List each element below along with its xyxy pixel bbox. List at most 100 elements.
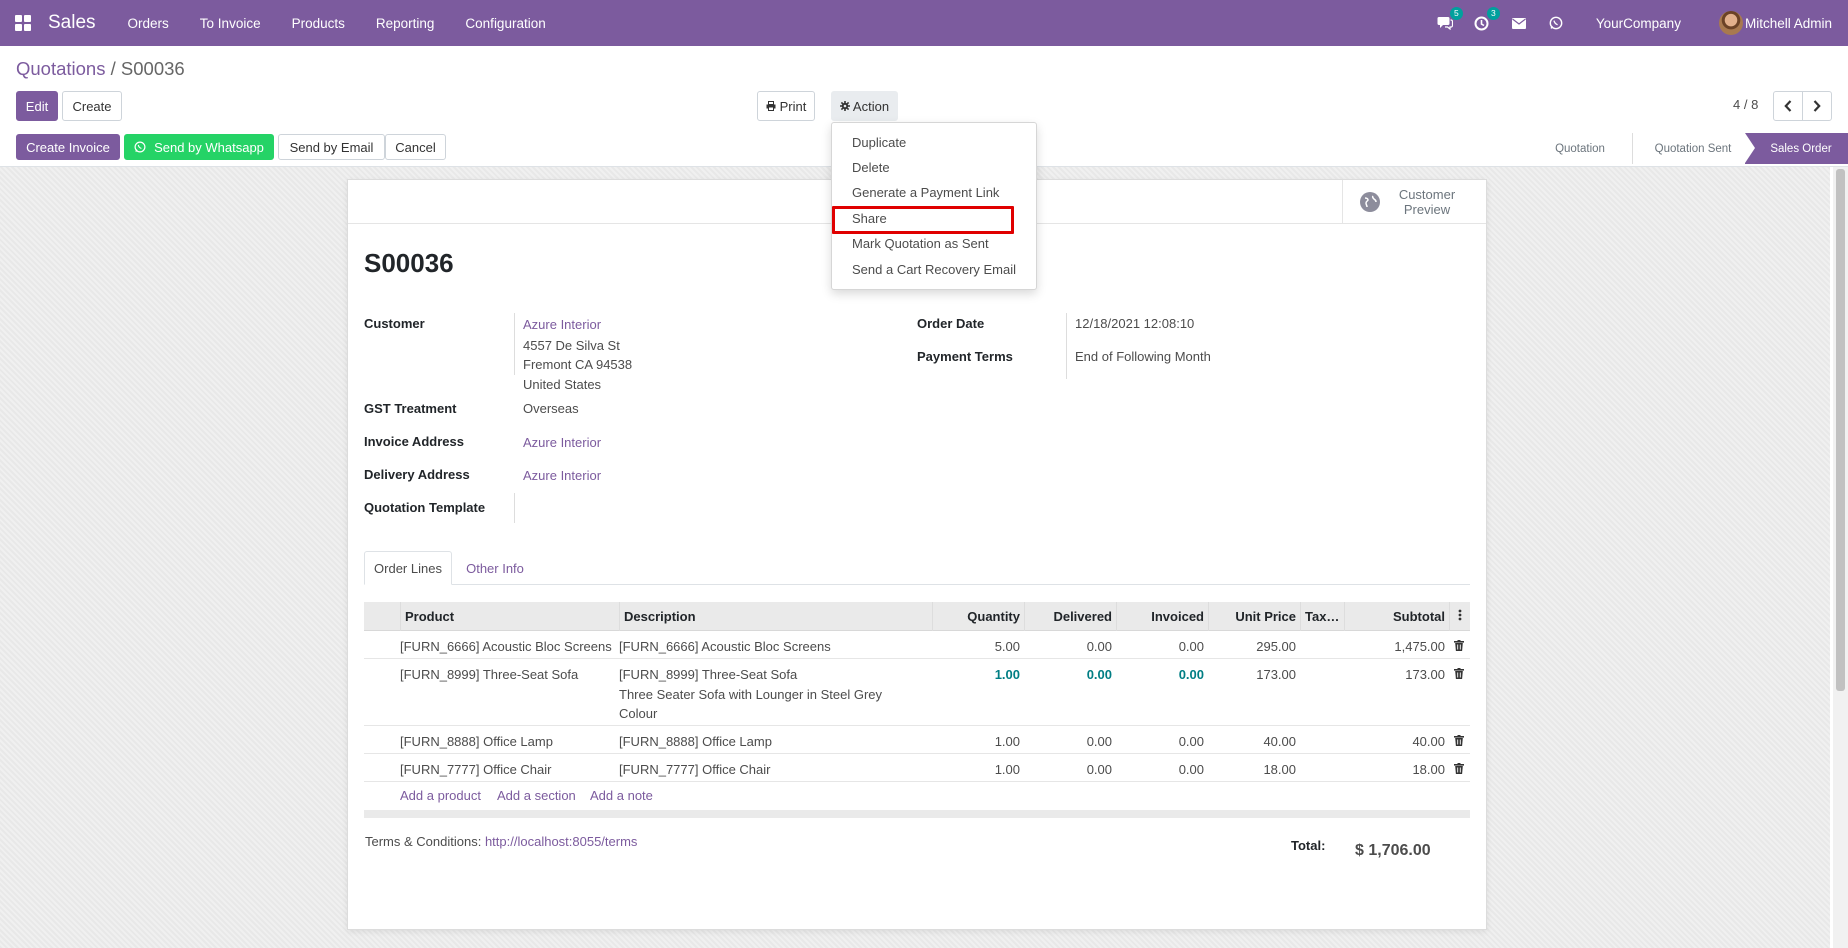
breadcrumb: Quotations / S00036 <box>16 58 185 80</box>
cancel-button[interactable]: Cancel <box>385 134 446 160</box>
line-product[interactable]: [FURN_8888] Office Lamp <box>400 732 553 752</box>
table-row[interactable]: [FURN_6666] Acoustic Bloc Screens [FURN_… <box>364 631 1470 659</box>
line-unit-price[interactable]: 295.00 <box>1208 637 1296 657</box>
top-navbar: Sales Orders To Invoice Products Reporti… <box>0 0 1848 46</box>
edit-button[interactable]: Edit <box>16 91 58 121</box>
breadcrumb-quotations[interactable]: Quotations <box>16 58 105 79</box>
company-switcher[interactable]: YourCompany <box>1596 16 1681 31</box>
line-description[interactable]: [FURN_8888] Office Lamp <box>619 732 772 752</box>
line-quantity[interactable]: 1.00 <box>932 760 1020 780</box>
gst-treatment-value[interactable]: Overseas <box>523 401 579 416</box>
activity-badge: 3 <box>1486 7 1500 20</box>
line-subtotal: 18.00 <box>1412 762 1445 777</box>
tab-other-info[interactable]: Other Info <box>452 551 538 585</box>
apps-menu-icon[interactable] <box>0 0 46 46</box>
table-row[interactable]: [FURN_7777] Office Chair [FURN_7777] Off… <box>364 754 1470 782</box>
whatsapp-icon <box>134 141 146 153</box>
menu-item-mark-as-sent[interactable]: Mark Quotation as Sent <box>852 236 989 251</box>
column-unit-price[interactable]: Unit Price <box>1208 602 1300 631</box>
stage-quotation-sent[interactable]: Quotation Sent <box>1632 133 1745 164</box>
line-unit-price[interactable]: 40.00 <box>1208 732 1296 752</box>
scrollbar-thumb[interactable] <box>1836 169 1845 691</box>
menu-item-share[interactable]: Share <box>852 211 887 226</box>
menu-configuration[interactable]: Configuration <box>465 16 545 31</box>
column-taxes[interactable]: Tax… <box>1300 602 1344 631</box>
column-quantity[interactable]: Quantity <box>932 602 1024 631</box>
column-description[interactable]: Description <box>619 602 932 631</box>
create-button[interactable]: Create <box>62 91 122 121</box>
customer-link[interactable]: Azure Interior <box>523 317 601 332</box>
menu-reporting[interactable]: Reporting <box>376 16 435 31</box>
pager-previous-button[interactable] <box>1773 91 1803 121</box>
app-brand[interactable]: Sales <box>48 12 96 34</box>
column-delivered[interactable]: Delivered <box>1024 602 1116 631</box>
table-header: Product Description Quantity Delivered I… <box>364 602 1470 631</box>
stage-sales-order[interactable]: Sales Order <box>1745 133 1848 164</box>
line-invoiced: 0.00 <box>1178 639 1204 654</box>
pager-next-button[interactable] <box>1802 91 1832 121</box>
order-date-value[interactable]: 12/18/2021 12:08:10 <box>1075 316 1194 331</box>
activity-clock-icon[interactable]: 3 <box>1473 7 1500 32</box>
send-by-email-button[interactable]: Send by Email <box>278 134 385 160</box>
line-description-text: Three Seater Sofa with Lounger in Steel … <box>619 686 883 702</box>
line-product[interactable]: [FURN_6666] Acoustic Bloc Screens <box>400 637 612 657</box>
action-button[interactable]: Action <box>831 91 898 121</box>
line-quantity[interactable]: 5.00 <box>932 637 1020 657</box>
table-row[interactable]: [FURN_8999] Three-Seat Sofa [FURN_8999] … <box>364 659 1470 726</box>
line-description[interactable]: [FURN_8999] Three-Seat Sofa Three Seater… <box>619 665 919 724</box>
menu-orders[interactable]: Orders <box>128 16 169 31</box>
trash-icon[interactable] <box>1454 640 1464 651</box>
table-row[interactable]: [FURN_8888] Office Lamp [FURN_8888] Offi… <box>364 726 1470 754</box>
payment-terms-value[interactable]: End of Following Month <box>1075 349 1211 364</box>
total-label: Total: <box>1291 838 1326 853</box>
add-product-link[interactable]: Add a product <box>400 788 481 803</box>
order-lines-table: Product Description Quantity Delivered I… <box>364 602 1470 818</box>
create-invoice-button[interactable]: Create Invoice <box>16 134 120 160</box>
add-section-link[interactable]: Add a section <box>497 788 576 803</box>
line-description[interactable]: [FURN_6666] Acoustic Bloc Screens <box>619 637 831 657</box>
trash-icon[interactable] <box>1454 668 1464 679</box>
envelope-icon[interactable] <box>1510 14 1528 32</box>
line-description[interactable]: [FURN_7777] Office Chair <box>619 760 771 780</box>
chat-icon[interactable]: 5 <box>1436 7 1463 32</box>
optional-columns-toggle[interactable] <box>1449 602 1470 631</box>
tab-order-lines[interactable]: Order Lines <box>364 551 452 585</box>
invoice-address-link[interactable]: Azure Interior <box>523 435 601 450</box>
gst-treatment-label: GST Treatment <box>364 401 457 416</box>
trash-icon[interactable] <box>1454 763 1464 774</box>
line-product[interactable]: [FURN_7777] Office Chair <box>400 760 552 780</box>
send-by-whatsapp-button[interactable]: Send by Whatsapp <box>124 134 274 160</box>
line-unit-price[interactable]: 18.00 <box>1208 760 1296 780</box>
user-menu[interactable]: Mitchell Admin <box>1718 11 1832 35</box>
trash-icon[interactable] <box>1454 735 1464 746</box>
total-value: $ 1,706.00 <box>1355 842 1431 859</box>
stage-quotation[interactable]: Quotation <box>1520 133 1632 164</box>
customer-preview-button[interactable]: Customer Preview <box>1342 180 1486 224</box>
terms-and-conditions: Terms & Conditions: http://localhost:805… <box>365 834 637 849</box>
pager-value[interactable]: 4 / 8 <box>1733 97 1758 112</box>
line-delivered: 0.00 <box>1086 639 1112 654</box>
line-unit-price[interactable]: 173.00 <box>1208 665 1296 685</box>
column-invoiced[interactable]: Invoiced <box>1116 602 1208 631</box>
vertical-scrollbar[interactable] <box>1833 167 1848 948</box>
menu-item-generate-payment-link[interactable]: Generate a Payment Link <box>852 185 999 200</box>
menu-products[interactable]: Products <box>292 16 345 31</box>
line-quantity[interactable]: 1.00 <box>932 732 1020 752</box>
add-note-link[interactable]: Add a note <box>590 788 653 803</box>
print-button[interactable]: Print <box>757 91 815 121</box>
menu-item-duplicate[interactable]: Duplicate <box>852 135 906 150</box>
whatsapp-icon[interactable] <box>1547 14 1565 32</box>
terms-link[interactable]: http://localhost:8055/terms <box>485 834 637 849</box>
column-subtotal[interactable]: Subtotal <box>1344 602 1449 631</box>
line-quantity[interactable]: 1.00 <box>932 665 1020 685</box>
breadcrumb-separator: / <box>110 58 116 79</box>
address-line-3: United States <box>523 377 602 392</box>
line-product[interactable]: [FURN_8999] Three-Seat Sofa <box>400 665 578 685</box>
menu-to-invoice[interactable]: To Invoice <box>200 16 261 31</box>
column-product[interactable]: Product <box>400 602 619 631</box>
line-description-text: [FURN_8999] Three-Seat Sofa <box>619 667 798 682</box>
menu-item-delete[interactable]: Delete <box>852 160 890 175</box>
delivery-address-link[interactable]: Azure Interior <box>523 468 601 483</box>
document-title: S00036 <box>364 248 454 278</box>
menu-item-cart-recovery-email[interactable]: Send a Cart Recovery Email <box>852 262 1016 277</box>
